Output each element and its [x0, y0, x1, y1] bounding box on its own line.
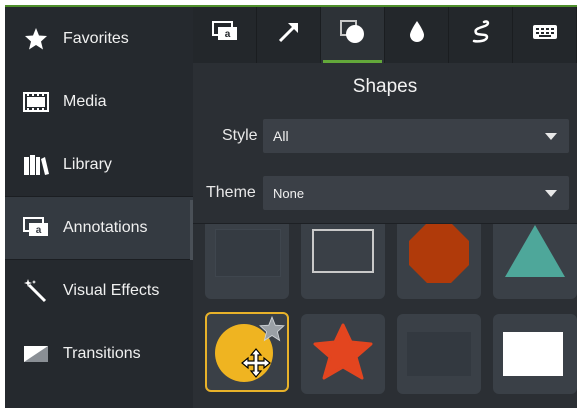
- shape-tile-circle[interactable]: [205, 312, 289, 392]
- chevron-down-icon: [545, 190, 557, 197]
- keyboard-icon: [532, 24, 558, 45]
- theme-label: Theme: [206, 184, 256, 201]
- style-dropdown[interactable]: All: [263, 119, 569, 153]
- transition-icon: [21, 339, 51, 369]
- sidebar-item-label: Library: [63, 156, 112, 173]
- triangle-shape: [505, 225, 565, 277]
- sidebar-item-transitions[interactable]: Transitions: [5, 323, 193, 385]
- arrow-icon: [277, 20, 301, 49]
- sidebar-item-visual-effects[interactable]: Visual Effects: [5, 260, 193, 322]
- octagon-shape: [409, 224, 469, 283]
- svg-text:a: a: [36, 225, 42, 236]
- annotation-type-tabs: a: [193, 5, 577, 63]
- shape-icon: [339, 19, 366, 49]
- star-icon: [21, 24, 51, 54]
- star-shape: [313, 323, 373, 380]
- sidebar-item-library[interactable]: Library: [5, 134, 193, 196]
- sidebar-item-media[interactable]: Media: [5, 71, 193, 133]
- shape-tile-dark-rectangle[interactable]: [397, 314, 481, 394]
- tab-arrows[interactable]: [257, 5, 321, 63]
- shape-tile-octagon[interactable]: [397, 224, 481, 299]
- style-dropdown-value: All: [273, 128, 289, 144]
- sidebar-item-label: Media: [63, 93, 107, 110]
- annotations-panel: a Shapes Style All Theme None: [193, 5, 577, 408]
- tab-blur-highlight[interactable]: [385, 5, 449, 63]
- panel-title: Shapes: [352, 76, 418, 97]
- shape-tile-outline-rectangle[interactable]: [301, 224, 385, 299]
- sidebar-item-label: Visual Effects: [63, 282, 160, 299]
- tab-keystroke[interactable]: [513, 5, 577, 63]
- sidebar-item-annotations[interactable]: a Annotations: [5, 197, 193, 259]
- tab-callouts[interactable]: a: [193, 5, 257, 63]
- shapes-grid: [193, 224, 577, 408]
- move-cursor-icon: [241, 348, 271, 378]
- film-icon: [21, 87, 51, 117]
- chevron-down-icon: [545, 133, 557, 140]
- theme-dropdown-value: None: [273, 185, 305, 201]
- star-icon[interactable]: [259, 316, 285, 342]
- style-label: Style: [222, 127, 258, 144]
- theme-dropdown[interactable]: None: [263, 176, 569, 210]
- annotation-icon: a: [21, 213, 51, 243]
- shape-preview: [503, 332, 563, 376]
- svg-text:a: a: [224, 29, 230, 40]
- sidebar: Favorites Media Library a Annotations Vi…: [5, 5, 193, 408]
- blur-drop-icon: [407, 20, 427, 49]
- sidebar-item-label: Favorites: [63, 30, 129, 47]
- magic-wand-icon: [21, 276, 51, 306]
- books-icon: [21, 150, 51, 180]
- sidebar-item-favorites[interactable]: Favorites: [5, 8, 193, 70]
- shape-preview: [312, 229, 374, 273]
- tab-sketch-motion[interactable]: [449, 5, 513, 63]
- tab-shapes[interactable]: [321, 5, 385, 63]
- sidebar-item-label: Transitions: [63, 345, 141, 362]
- shape-preview: [407, 332, 471, 376]
- app-window: Favorites Media Library a Annotations Vi…: [5, 5, 577, 408]
- shape-tile-filled-rectangle[interactable]: [205, 224, 289, 299]
- shape-preview: [215, 229, 281, 277]
- sketch-motion-icon: [470, 19, 492, 50]
- shape-tile-triangle[interactable]: [493, 224, 577, 299]
- shape-tile-star[interactable]: [301, 314, 385, 394]
- callout-icon: a: [211, 20, 238, 48]
- shape-tile-white-rectangle[interactable]: [493, 314, 577, 394]
- top-accent-line: [5, 5, 577, 7]
- sidebar-item-label: Annotations: [63, 219, 148, 236]
